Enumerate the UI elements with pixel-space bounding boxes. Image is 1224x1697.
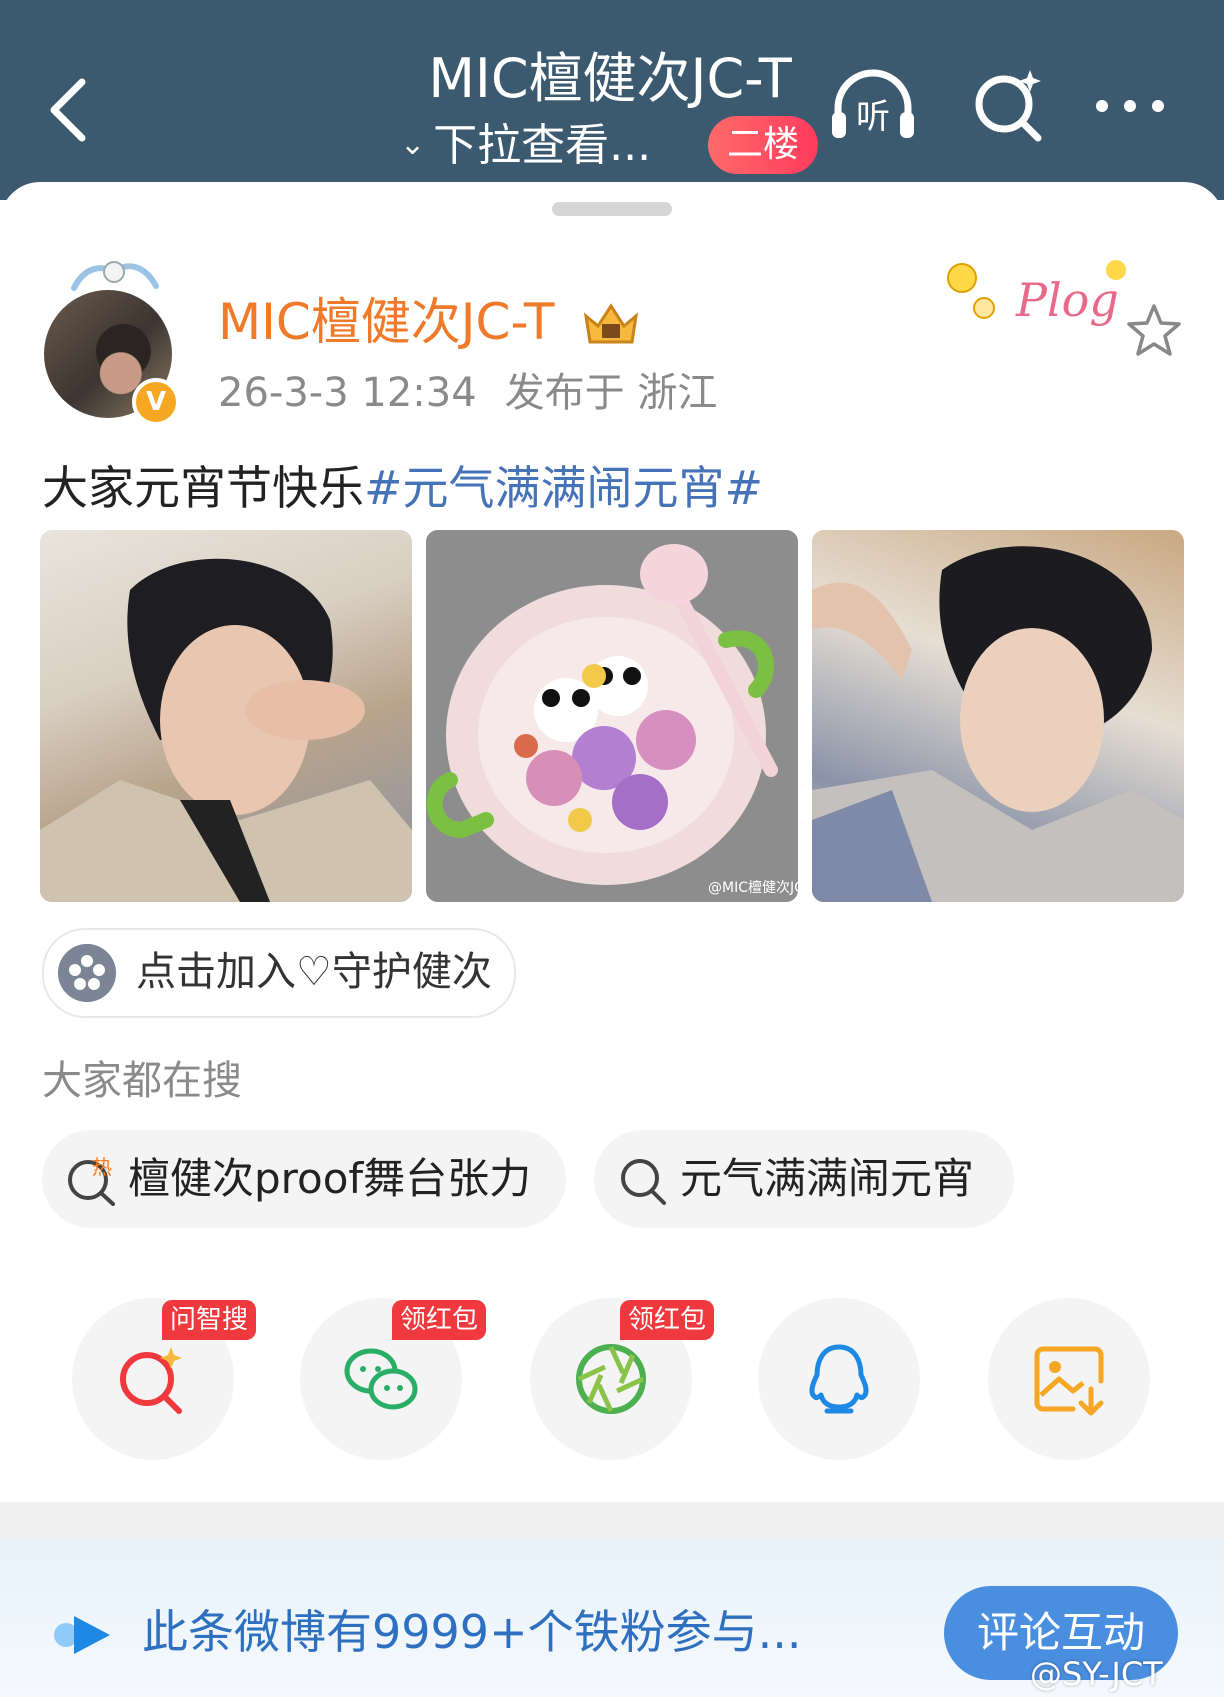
portrait-photo-icon <box>812 546 1184 902</box>
top-nav-bar: MIC檀健次JC-T ⌄ 下拉查看... 二楼 听 <box>0 0 1224 200</box>
search-icon[interactable] <box>970 66 1050 146</box>
play-arrow-icon <box>54 1616 110 1654</box>
section-divider <box>0 1502 1224 1540</box>
post-body: 大家元宵节快乐 <box>42 461 364 515</box>
post-meta: 26-3-3 12:34 发布于 浙江 <box>218 368 717 418</box>
search-icon <box>621 1159 666 1205</box>
post-photo-3[interactable] <box>812 530 1184 902</box>
trending-search-label: 元气满满闹元宵 <box>680 1154 975 1203</box>
page-title: MIC檀健次JC-T <box>428 47 792 110</box>
join-label: 点击加入♡守护健次 <box>136 949 492 995</box>
favorite-star-icon[interactable] <box>1126 302 1182 358</box>
share-qq-button[interactable] <box>758 1298 920 1460</box>
trending-search-item[interactable]: 元气满满闹元宵 <box>594 1130 1014 1228</box>
share-badge: 问智搜 <box>162 1300 257 1340</box>
banner-text: 此条微博有9999+个铁粉参与... <box>142 1605 802 1659</box>
back-icon[interactable] <box>40 70 100 150</box>
moments-shutter-icon <box>576 1344 646 1414</box>
portrait-photo-icon <box>40 558 412 902</box>
verified-badge-icon: V <box>132 378 180 426</box>
tangyuan-bowl-photo-icon: @MIC檀健次JC-T <box>426 530 798 902</box>
post-location: 发布于 浙江 <box>504 370 718 416</box>
ai-search-icon <box>120 1347 182 1414</box>
photo-watermark: @MIC檀健次JC-T <box>708 879 798 896</box>
drag-handle[interactable] <box>552 202 672 216</box>
join-fan-group-button[interactable]: 点击加入♡守护健次 <box>42 928 516 1018</box>
share-save-image-button[interactable] <box>988 1298 1150 1460</box>
share-badge: 领红包 <box>620 1300 715 1340</box>
listen-label: 听 <box>856 97 890 137</box>
weibo-watermark: @SY-JCT <box>1030 1655 1163 1693</box>
flower-icon <box>58 944 116 1002</box>
trending-search-item[interactable]: 热 檀健次proof舞台张力 <box>42 1130 566 1228</box>
plog-sticker-text: Plog <box>1015 273 1119 327</box>
trending-search-label: 檀健次proof舞台张力 <box>128 1154 532 1203</box>
more-icon[interactable] <box>1090 66 1170 146</box>
second-floor-badge[interactable]: 二楼 <box>708 116 818 174</box>
post-photo-1[interactable] <box>40 530 412 902</box>
pull-down-hint-label: 下拉查看... <box>433 120 652 171</box>
save-image-icon <box>1034 1346 1104 1416</box>
post-text: 大家元宵节快乐#元气满满闹元宵# <box>42 458 763 518</box>
wechat-icon <box>344 1348 418 1410</box>
plog-sticker-icon: Plog <box>947 260 1126 327</box>
crown-icon <box>583 303 639 344</box>
username[interactable]: MIC檀健次JC-T <box>218 292 554 352</box>
post-photo-2[interactable]: @MIC檀健次JC-T <box>426 530 798 902</box>
listen-icon[interactable]: 听 <box>828 66 918 146</box>
trending-searches-title: 大家都在搜 <box>42 1058 242 1104</box>
hot-search-icon: 热 <box>68 1155 115 1206</box>
hashtag-link[interactable]: #元气满满闹元宵# <box>364 461 763 515</box>
chevron-down-icon: ⌄ <box>400 127 426 162</box>
avatar-pendant-icon <box>71 261 159 291</box>
share-badge: 领红包 <box>392 1300 487 1340</box>
pull-down-hint[interactable]: ⌄ 下拉查看... <box>400 118 651 173</box>
post-date: 26-3-3 12:34 <box>218 370 477 416</box>
qq-penguin-icon <box>809 1344 869 1414</box>
hot-badge: 热 <box>92 1155 112 1179</box>
